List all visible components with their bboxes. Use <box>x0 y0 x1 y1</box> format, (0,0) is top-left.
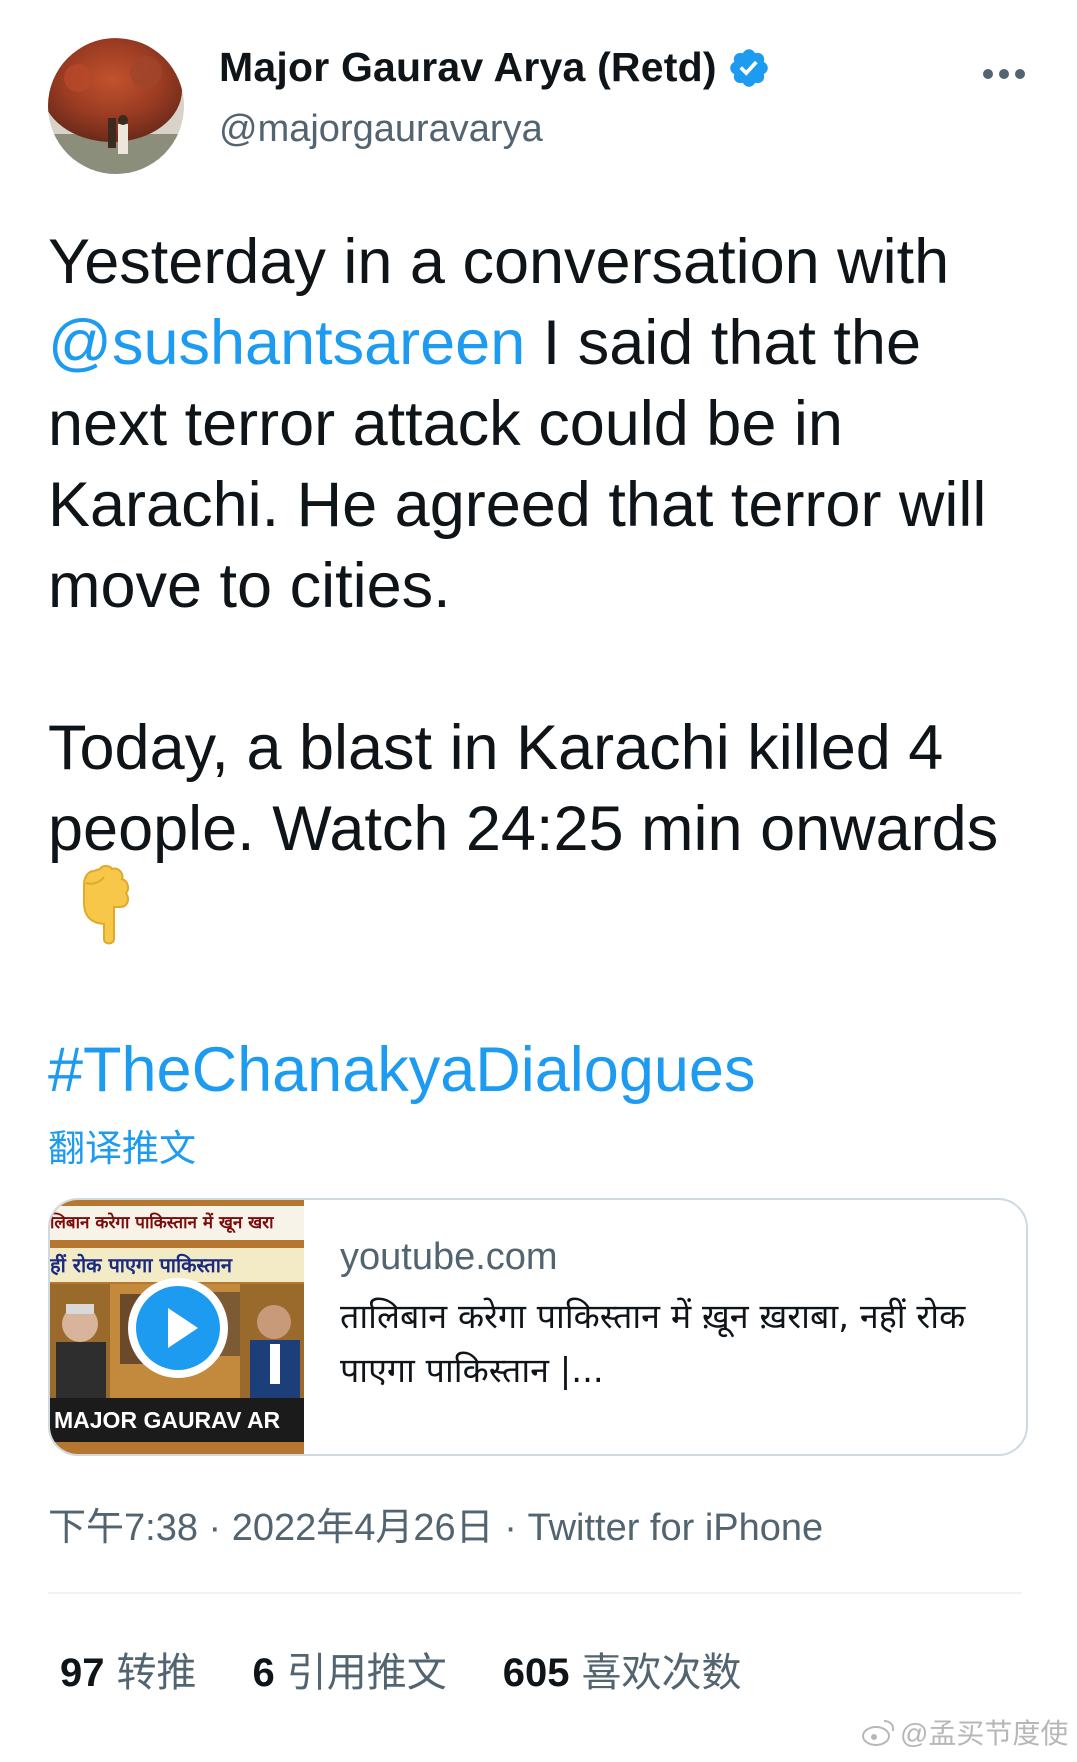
likes-stat[interactable]: 605 喜欢次数 <box>503 1640 742 1698</box>
video-thumbnail[interactable]: लिबान करेगा पाकिस्तान में खून खरा हीं रो… <box>50 1200 304 1454</box>
quote-tweets-label: 引用推文 <box>286 1651 447 1695</box>
retweets-stat[interactable]: 97 转推 <box>60 1640 197 1698</box>
play-icon[interactable] <box>126 1276 230 1380</box>
thumbnail-channel-label: MAJOR GAURAV AR <box>50 1398 304 1442</box>
more-dots-icon[interactable] <box>980 60 1028 88</box>
quote-tweets-count: 6 <box>252 1651 275 1695</box>
author-handle[interactable]: @majorgauravarya <box>219 108 543 151</box>
tweet-meta: 下午7:38 · 2022年4月26日 · Twitter for iPhone <box>48 1496 823 1551</box>
quote-tweets-stat[interactable]: 6 引用推文 <box>253 1640 447 1698</box>
engagement-stats: 97 转推 6 引用推文 605 喜欢次数 <box>60 1640 798 1698</box>
hashtag-link[interactable]: #TheChanakyaDialogues <box>48 1030 755 1111</box>
verified-badge-icon <box>727 46 771 90</box>
tweet-text-part: Today, a blast in Karachi killed 4 peopl… <box>48 713 999 864</box>
display-name[interactable]: Major Gaurav Arya (Retd) <box>219 44 717 91</box>
meta-separator: · <box>493 1507 528 1549</box>
mention-link[interactable]: @sushantsareen <box>48 308 525 378</box>
translate-tweet-link[interactable]: 翻译推文 <box>48 1118 196 1172</box>
watermark: @孟买节度使 <box>860 1712 1068 1752</box>
card-domain: youtube.com <box>340 1236 558 1278</box>
weibo-icon <box>862 1720 895 1746</box>
card-title: तालिबान करेगा पाकिस्तान में ख़ून ख़राबा,… <box>340 1297 966 1391</box>
retweets-label: 转推 <box>116 1651 197 1695</box>
pointing-down-icon <box>74 863 138 947</box>
tweet-source[interactable]: Twitter for iPhone <box>527 1507 823 1549</box>
tweet-date[interactable]: 2022年4月26日 <box>232 1507 494 1549</box>
retweets-count: 97 <box>60 1651 105 1695</box>
avatar[interactable] <box>48 38 184 174</box>
tweet-paragraph-1: Yesterday in a conversation with @sushan… <box>48 222 1038 627</box>
tweet-paragraph-2: Today, a blast in Karachi killed 4 peopl… <box>48 708 1038 951</box>
tweet-text-part: Yesterday in a conversation with <box>48 227 950 297</box>
youtube-link-card[interactable]: लिबान करेगा पाकिस्तान में खून खरा हीं रो… <box>48 1198 1028 1456</box>
tweet-text: Yesterday in a conversation with @sushan… <box>48 222 1038 951</box>
tweet-time[interactable]: 下午7:38 <box>48 1507 198 1549</box>
divider <box>48 1592 1022 1594</box>
meta-separator: · <box>197 1507 232 1549</box>
likes-count: 605 <box>502 1651 570 1695</box>
likes-label: 喜欢次数 <box>581 1651 742 1695</box>
watermark-text: @孟买节度使 <box>900 1718 1069 1749</box>
thumbnail-headline-1: लिबान करेगा पाकिस्तान में खून खरा <box>50 1206 304 1240</box>
